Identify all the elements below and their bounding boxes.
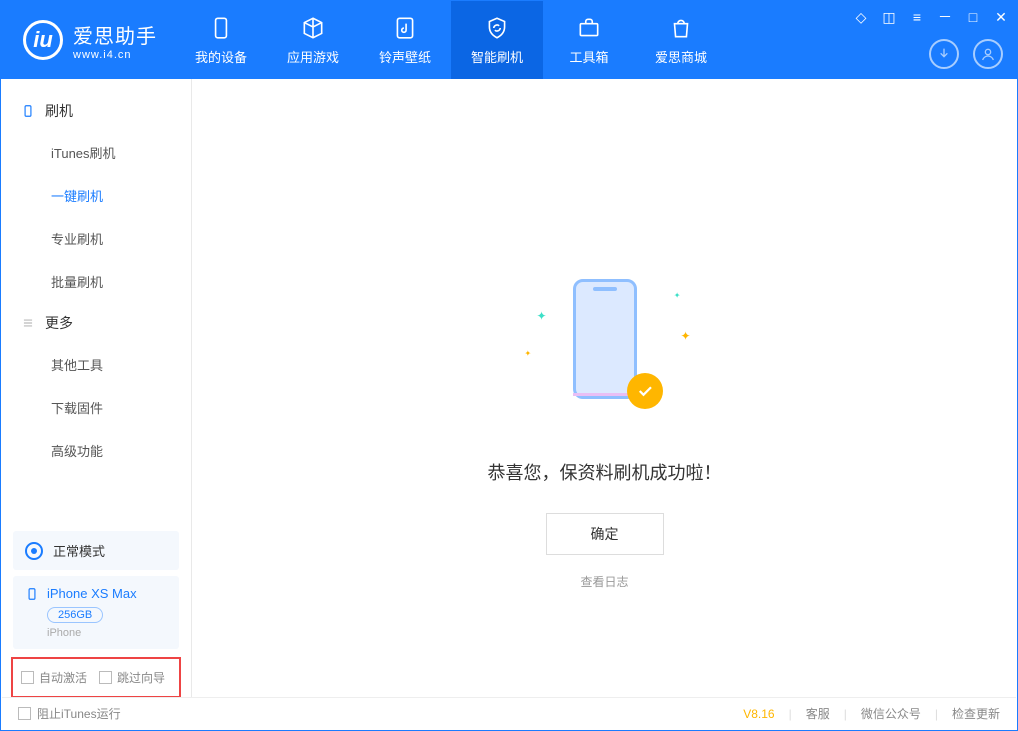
mode-label: 正常模式	[53, 541, 105, 560]
footer-link-support[interactable]: 客服	[806, 705, 830, 722]
cube-icon	[300, 15, 326, 41]
bag-icon	[668, 15, 694, 41]
app-url: www.i4.cn	[73, 49, 157, 61]
device-card[interactable]: iPhone XS Max 256GB iPhone	[13, 576, 179, 649]
app-logo: iu 爱思助手 www.i4.cn	[1, 1, 175, 79]
app-title: 爱思助手	[73, 20, 157, 49]
briefcase-icon	[576, 15, 602, 41]
window-controls: ◇ ◫ ≡ － □ ✕	[853, 7, 1009, 27]
close-button[interactable]: ✕	[993, 9, 1009, 26]
sidebar-item-advanced[interactable]: 高级功能	[1, 429, 191, 472]
nav-smart-flash[interactable]: 智能刷机	[451, 1, 543, 79]
sidebar-item-other-tools[interactable]: 其他工具	[1, 343, 191, 386]
shield-sync-icon	[484, 15, 510, 41]
main-content: ✦✦ ✦✦ 恭喜您，保资料刷机成功啦！ 确定 查看日志	[192, 79, 1017, 698]
device-capacity: 256GB	[47, 607, 103, 623]
footer-link-update[interactable]: 检查更新	[952, 705, 1000, 722]
ok-button[interactable]: 确定	[546, 513, 664, 555]
status-bar: 阻止iTunes运行 V8.16 | 客服 | 微信公众号 | 检查更新	[2, 697, 1016, 729]
nav-toolbox[interactable]: 工具箱	[543, 1, 635, 79]
success-message: 恭喜您，保资料刷机成功啦！	[488, 459, 722, 485]
sidebar-item-download-firmware[interactable]: 下载固件	[1, 386, 191, 429]
mode-card[interactable]: 正常模式	[13, 531, 179, 570]
sidebar-item-itunes-flash[interactable]: iTunes刷机	[1, 131, 191, 174]
title-bar: iu 爱思助手 www.i4.cn 我的设备 应用游戏 铃声壁纸 智能刷机 工具…	[1, 1, 1017, 79]
sidebar-item-batch-flash[interactable]: 批量刷机	[1, 260, 191, 303]
theme-icon[interactable]: ◇	[853, 9, 869, 26]
phone-icon	[21, 104, 35, 118]
footer-link-wechat[interactable]: 微信公众号	[861, 705, 921, 722]
logo-icon: iu	[23, 20, 63, 60]
account-button[interactable]	[973, 39, 1003, 69]
nav-store[interactable]: 爱思商城	[635, 1, 727, 79]
maximize-button[interactable]: □	[965, 9, 981, 25]
minimize-button[interactable]: －	[937, 7, 953, 27]
nav-apps-games[interactable]: 应用游戏	[267, 1, 359, 79]
sidebar-item-onekey-flash[interactable]: 一键刷机	[1, 174, 191, 217]
list-icon	[21, 316, 35, 330]
device-name: iPhone XS Max	[47, 586, 137, 601]
download-button[interactable]	[929, 39, 959, 69]
skin-icon[interactable]: ◫	[881, 9, 897, 26]
view-log-link[interactable]: 查看日志	[488, 573, 722, 590]
version-label: V8.16	[743, 707, 774, 721]
mode-dot-icon	[25, 542, 43, 560]
sidebar: 刷机 iTunes刷机 一键刷机 专业刷机 批量刷机 更多 其他工具 下载固件 …	[1, 79, 192, 698]
block-itunes-checkbox[interactable]: 阻止iTunes运行	[18, 705, 121, 722]
sidebar-group-more: 更多	[1, 303, 191, 343]
nav-ringtones[interactable]: 铃声壁纸	[359, 1, 451, 79]
sidebar-item-pro-flash[interactable]: 专业刷机	[1, 217, 191, 260]
sidebar-group-flash: 刷机	[1, 91, 191, 131]
menu-icon[interactable]: ≡	[909, 9, 925, 25]
device-type: iPhone	[47, 627, 167, 639]
skip-guide-checkbox[interactable]: 跳过向导	[99, 669, 165, 686]
check-badge-icon	[627, 373, 663, 409]
flash-options-box: 自动激活 跳过向导	[11, 657, 181, 698]
nav-my-device[interactable]: 我的设备	[175, 1, 267, 79]
top-nav: 我的设备 应用游戏 铃声壁纸 智能刷机 工具箱 爱思商城	[175, 1, 727, 79]
device-icon	[208, 15, 234, 41]
success-panel: ✦✦ ✦✦ 恭喜您，保资料刷机成功啦！ 确定 查看日志	[488, 279, 722, 590]
phone-illustration: ✦✦ ✦✦	[555, 279, 655, 429]
phone-small-icon	[25, 587, 39, 601]
auto-activate-checkbox[interactable]: 自动激活	[21, 669, 87, 686]
music-file-icon	[392, 15, 418, 41]
header-right-actions	[929, 39, 1003, 69]
